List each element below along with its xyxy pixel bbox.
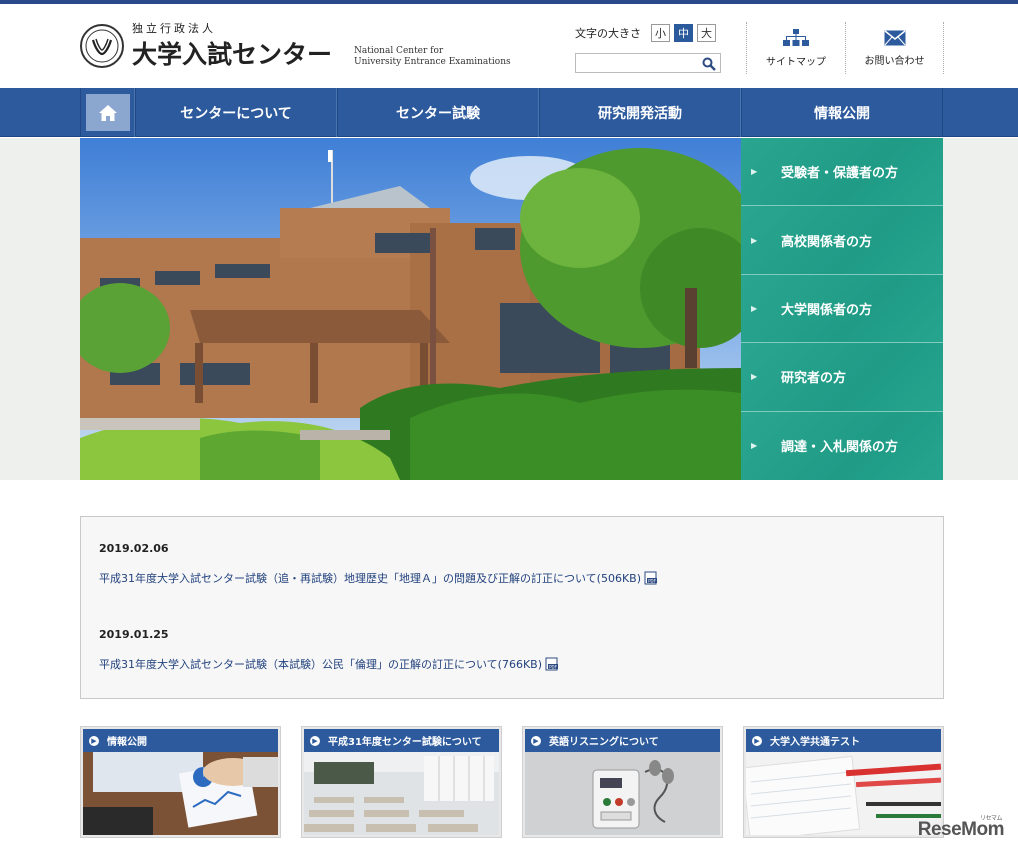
font-size-small-button[interactable]: 小 — [651, 24, 670, 42]
sitemap-icon — [783, 28, 809, 46]
logo-seal-icon — [80, 23, 124, 68]
svg-text:PDF: PDF — [648, 578, 656, 583]
news-box: 2019.02.06 平成31年度大学入試センター試験（追・再試験）地理歴史「地… — [80, 516, 944, 699]
org-name-en: National Center for University Entrance … — [354, 46, 511, 68]
banner-disclosure[interactable]: ▶ 情報公開 — [80, 726, 281, 838]
hero-building-photo — [80, 138, 741, 480]
news-link[interactable]: 平成31年度大学入試センター試験（本試験）公民「倫理」の正解の訂正について(76… — [99, 656, 559, 672]
banner-title: 情報公開 — [107, 737, 147, 748]
font-size-large-button[interactable]: 大 — [697, 24, 716, 42]
audience-item-procurement[interactable]: ▶ 調達・入札関係の方 — [741, 411, 943, 480]
nav-home-button[interactable] — [80, 88, 135, 137]
banner-title: 大学入学共通テスト — [770, 737, 860, 748]
contact-link[interactable]: お問い合わせ — [845, 22, 944, 74]
audience-label: 大学関係者の方 — [781, 302, 873, 318]
search-icon[interactable] — [702, 56, 716, 75]
nav-item-disclosure[interactable]: 情報公開 — [741, 88, 943, 137]
chevron-right-icon: ▶ — [310, 735, 320, 746]
search-box — [575, 53, 721, 75]
font-size-medium-button[interactable]: 中 — [674, 24, 693, 42]
banner-title: 平成31年度センター試験について — [328, 737, 482, 748]
audience-item-researchers[interactable]: ▶ 研究者の方 — [741, 343, 943, 412]
main-nav: センターについて センター試験 研究開発活動 情報公開 — [0, 88, 1018, 137]
banner-title: 英語リスニングについて — [549, 737, 659, 748]
banner-image-laptop — [83, 752, 278, 835]
mail-icon — [884, 29, 905, 45]
news-link[interactable]: 平成31年度大学入試センター試験（追・再試験）地理歴史「地理Ａ」の問題及び正解の… — [99, 570, 658, 586]
banner-image-ic-player — [525, 752, 720, 835]
chevron-right-icon: ▶ — [89, 735, 99, 746]
site-logo[interactable]: 独立行政法人 大学入試センター — [80, 20, 332, 71]
news-title: 平成31年度大学入試センター試験（本試験）公民「倫理」の正解の訂正について(76… — [99, 658, 543, 671]
font-size-label: 文字の大きさ — [575, 27, 641, 40]
news-date: 2019.02.06 — [99, 542, 169, 555]
sitemap-link[interactable]: サイトマップ — [746, 22, 845, 74]
audience-label: 受験者・保護者の方 — [781, 166, 899, 182]
org-name: 大学入試センター — [132, 40, 333, 69]
watermark-main: ReseMom — [917, 819, 1005, 840]
font-size-selector: 文字の大きさ 小 中 大 — [575, 24, 720, 42]
contact-label: お問い合わせ — [864, 55, 925, 67]
org-prefix: 独立行政法人 — [132, 22, 216, 35]
chevron-right-icon: ▶ — [752, 735, 762, 746]
audience-item-examinees[interactable]: ▶ 受験者・保護者の方 — [741, 138, 943, 207]
news-date: 2019.01.25 — [99, 628, 169, 641]
header-links: サイトマップ お問い合わせ — [746, 22, 944, 74]
nav-item-about[interactable]: センターについて — [135, 88, 337, 137]
arrow-right-icon: ▶ — [751, 372, 758, 382]
sitemap-label: サイトマップ — [766, 56, 826, 68]
org-name-en-line1: National Center for — [354, 46, 444, 56]
org-name-en-line2: University Entrance Examinations — [354, 57, 511, 67]
banner-english-listening[interactable]: ▶ 英語リスニングについて — [522, 726, 723, 838]
audience-label: 研究者の方 — [781, 371, 847, 387]
chevron-right-icon: ▶ — [531, 735, 541, 746]
arrow-right-icon: ▶ — [751, 167, 758, 177]
site-header: 独立行政法人 大学入試センター National Center for Univ… — [0, 4, 1018, 88]
audience-label: 高校関係者の方 — [781, 234, 873, 250]
banner-image-notebook — [746, 752, 941, 835]
pdf-icon: PDF — [545, 657, 559, 671]
search-input[interactable] — [576, 56, 696, 75]
watermark-sub: リセマム — [979, 816, 1003, 822]
pdf-icon: PDF — [644, 571, 658, 585]
news-title: 平成31年度大学入試センター試験（追・再試験）地理歴史「地理Ａ」の問題及び正解の… — [99, 572, 642, 585]
banner-row: ▶ 情報公開 ▶ 平成31年度センター試験について ▶ 英語リスニングについて … — [80, 726, 944, 838]
arrow-right-icon: ▶ — [751, 235, 758, 245]
banner-common-test[interactable]: ▶ 大学入学共通テスト — [743, 726, 944, 838]
audience-item-high-school[interactable]: ▶ 高校関係者の方 — [741, 206, 943, 275]
banner-image-classroom — [304, 752, 499, 835]
arrow-right-icon: ▶ — [751, 303, 758, 313]
audience-label: 調達・入札関係の方 — [781, 440, 899, 456]
nav-item-research[interactable]: 研究開発活動 — [539, 88, 741, 137]
home-icon — [98, 104, 117, 121]
banner-h31-exam[interactable]: ▶ 平成31年度センター試験について — [301, 726, 502, 838]
arrow-right-icon: ▶ — [751, 441, 758, 451]
nav-item-exam[interactable]: センター試験 — [337, 88, 539, 137]
audience-item-university[interactable]: ▶ 大学関係者の方 — [741, 274, 943, 344]
svg-text:PDF: PDF — [549, 664, 557, 669]
resemom-watermark: ReseMom リセマム — [917, 816, 1005, 841]
audience-menu: ▶ 受験者・保護者の方 ▶ 高校関係者の方 ▶ 大学関係者の方 ▶ 研究者の方 ▶ 調達・… — [741, 138, 943, 480]
